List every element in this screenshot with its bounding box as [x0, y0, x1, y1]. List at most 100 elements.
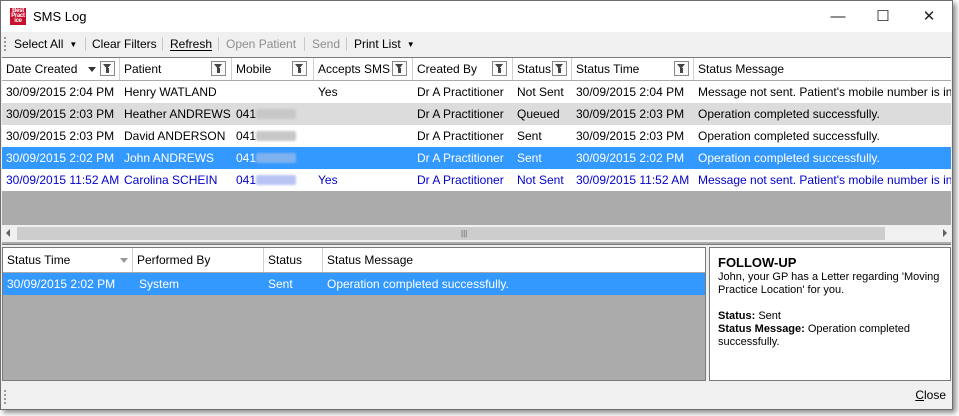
cell-accepts-sms: Yes [318, 85, 338, 99]
filter-icon[interactable] [211, 61, 226, 76]
cell-patient: Heather ANDREWS [124, 107, 231, 121]
maximize-button[interactable]: ☐ [860, 1, 906, 32]
footer-bar: Close [1, 385, 952, 409]
status-message-label: Status Message: [718, 323, 805, 335]
col-status-time-label: Status Time [576, 62, 640, 76]
table-row[interactable]: 30/09/2015 11:52 AM Carolina SCHEIN 041 … [2, 169, 951, 191]
filter-icon[interactable] [292, 61, 307, 76]
cell-status-time: 30/09/2015 2:03 PM [576, 107, 685, 121]
redacted-number [256, 153, 297, 163]
detail-status-message: Status Message: Operation completed succ… [718, 323, 942, 349]
table-row[interactable]: 30/09/2015 2:03 PM David ANDERSON 041 Dr… [2, 125, 951, 147]
table-row[interactable]: 30/09/2015 2:04 PM Henry WATLAND Yes Dr … [2, 81, 951, 103]
redacted-number [256, 175, 297, 185]
col-status-message[interactable]: Status Message [694, 58, 951, 80]
cell-mobile: 041 [232, 125, 314, 147]
cell-created-by: Dr A Practitioner [417, 85, 504, 99]
cell-mobile: 041 [232, 103, 314, 125]
cell-status-message: Operation completed successfully. [698, 107, 880, 121]
col-status-time[interactable]: Status Time [3, 248, 133, 272]
refresh-button[interactable]: Refresh [170, 36, 212, 52]
col-status-message-label: Status Message [327, 253, 414, 267]
status-label: Status: [718, 310, 756, 322]
redacted-number [256, 131, 297, 141]
cell-status-time: 30/09/2015 2:02 PM [576, 151, 685, 165]
cell-patient: John ANDREWS [124, 151, 215, 165]
horizontal-scrollbar[interactable]: ||| [2, 225, 951, 242]
status-value: Sent [758, 310, 781, 322]
select-all-dropdown[interactable]: Select All ▼ [14, 36, 77, 52]
print-list-dropdown[interactable]: Print List ▼ [354, 36, 415, 52]
cell-status: Sent [517, 129, 542, 143]
filter-icon[interactable] [392, 61, 407, 76]
toolbar: Select All ▼ Clear Filters Refresh Open P… [1, 32, 952, 56]
clear-filters-button[interactable]: Clear Filters [92, 36, 157, 52]
cell-mobile: 041 [232, 169, 314, 191]
cell-status-message: Operation completed successfully. [698, 151, 880, 165]
mobile-prefix: 041 [236, 129, 257, 143]
col-mobile-label: Mobile [236, 62, 272, 76]
scrollbar-thumb[interactable]: ||| [17, 227, 885, 240]
dropdown-arrow-icon: ▼ [69, 40, 78, 49]
cell-status: Sent [268, 277, 293, 291]
col-status-time-label: Status Time [7, 253, 71, 267]
toolbar-separator [304, 37, 305, 51]
app-logo-icon: Best Pract ice [10, 8, 26, 25]
table-row[interactable]: 30/09/2015 2:03 PM Heather ANDREWS 041 D… [2, 103, 951, 125]
scroll-left-icon[interactable] [6, 229, 10, 237]
toolbar-grip[interactable] [4, 37, 8, 51]
table-row-selected[interactable]: 30/09/2015 2:02 PM John ANDREWS 041 Dr A… [2, 147, 951, 169]
cell-date-created: 30/09/2015 2:03 PM [6, 129, 115, 143]
filter-icon[interactable] [674, 61, 689, 76]
cell-status: Not Sent [517, 173, 564, 187]
col-performed-by-label: Performed By [137, 253, 211, 267]
cell-accepts-sms [314, 125, 413, 147]
title-bar[interactable]: Best Pract ice SMS Log — ☐ ✕ [1, 1, 952, 32]
col-status[interactable]: Status [264, 248, 323, 272]
print-list-label: Print List [354, 37, 401, 51]
dropdown-arrow-icon: ▼ [406, 40, 415, 49]
cell-accepts-sms [314, 147, 413, 169]
cell-date-created: 30/09/2015 11:52 AM [6, 173, 120, 187]
sort-descending-icon[interactable] [88, 67, 96, 72]
maximize-icon: ☐ [876, 8, 890, 25]
close-window-button[interactable]: ✕ [906, 1, 952, 32]
filter-icon[interactable] [492, 61, 507, 76]
open-patient-button[interactable]: Open Patient [226, 36, 296, 52]
col-performed-by[interactable]: Performed By [133, 248, 264, 272]
table-row-selected[interactable]: 30/09/2015 2:02 PM System Sent Operation… [3, 273, 705, 295]
cell-accepts-sms [314, 103, 413, 125]
col-status-message[interactable]: Status Message [323, 248, 705, 272]
close-button[interactable]: Close [915, 388, 946, 402]
mobile-prefix: 041 [236, 151, 257, 165]
redacted-number [256, 109, 297, 119]
col-status-message-label: Status Message [698, 62, 785, 76]
status-history-table: Status Time Performed By Status Status M… [2, 247, 706, 381]
scroll-right-icon[interactable] [943, 229, 947, 237]
log-table-header: Date Created Patient Mobile Accepts SMS … [2, 58, 951, 81]
sms-log-table: Date Created Patient Mobile Accepts SMS … [2, 57, 951, 245]
cell-status-time: 30/09/2015 11:52 AM [576, 173, 690, 187]
col-patient-label: Patient [124, 62, 162, 76]
cell-created-by: Dr A Practitioner [417, 129, 504, 143]
filter-icon[interactable] [100, 61, 115, 76]
cell-status-message: Operation completed successfully. [327, 277, 509, 291]
close-icon: ✕ [922, 8, 936, 25]
footer-grip [4, 390, 8, 404]
cell-patient: Carolina SCHEIN [124, 173, 218, 187]
filter-icon[interactable] [552, 61, 567, 76]
cell-patient: David ANDERSON [124, 129, 226, 143]
sort-descending-icon[interactable] [120, 258, 128, 263]
col-date-created-label: Date Created [6, 62, 78, 76]
cell-created-by: Dr A Practitioner [417, 151, 504, 165]
toolbar-separator [162, 37, 163, 51]
cell-performed-by: System [139, 277, 180, 291]
cell-mobile [232, 81, 314, 103]
cell-accepts-sms: Yes [318, 173, 338, 187]
cell-status-time: 30/09/2015 2:03 PM [576, 129, 685, 143]
minimize-button[interactable]: — [815, 1, 861, 32]
cell-status: Queued [517, 107, 560, 121]
send-button[interactable]: Send [312, 36, 340, 52]
grip-icon: ||| [461, 229, 468, 238]
message-heading: FOLLOW-UP [718, 255, 797, 270]
